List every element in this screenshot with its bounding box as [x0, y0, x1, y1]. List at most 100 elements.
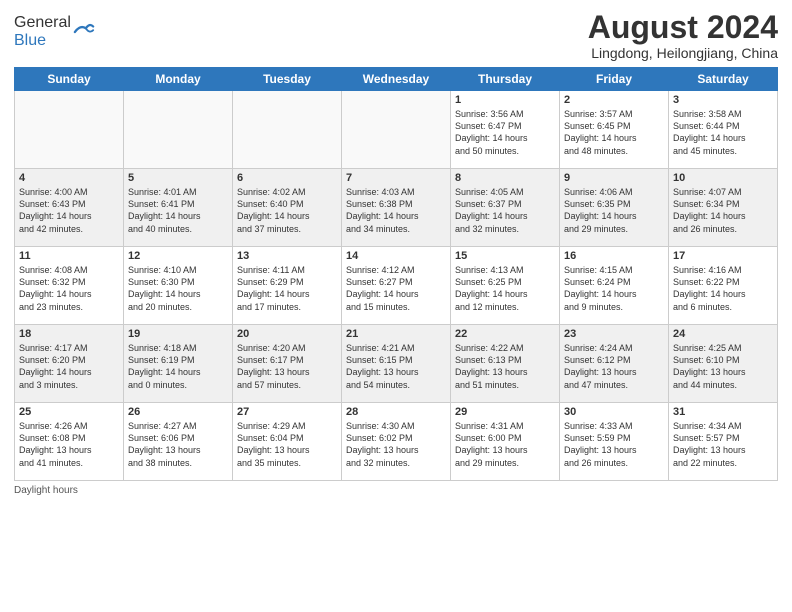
calendar-cell: 1 Sunrise: 3:56 AM Sunset: 6:47 PM Daylig…: [451, 91, 560, 169]
calendar-table: SundayMondayTuesdayWednesdayThursdayFrid…: [14, 67, 778, 481]
day-number: 18: [19, 328, 119, 340]
logo-general-text: General: [14, 14, 71, 31]
calendar-cell: 28 Sunrise: 4:30 AM Sunset: 6:02 PM Dayli…: [342, 403, 451, 481]
day-info: Sunrise: 4:11 AM Sunset: 6:29 PM Dayligh…: [237, 264, 337, 313]
day-info: Sunrise: 4:02 AM Sunset: 6:40 PM Dayligh…: [237, 186, 337, 235]
day-number: 23: [564, 328, 664, 340]
day-info: Sunrise: 4:29 AM Sunset: 6:04 PM Dayligh…: [237, 420, 337, 469]
day-number: 12: [128, 250, 228, 262]
calendar-cell: 3Sunrise: 3:58 AM Sunset: 6:44 PM Daylig…: [669, 91, 778, 169]
calendar-cell: 2Sunrise: 3:57 AM Sunset: 6:45 PM Daylig…: [560, 91, 669, 169]
calendar-cell: 10 Sunrise: 4:07 AM Sunset: 6:34 PM Dayli…: [669, 169, 778, 247]
calendar-cell: 31 Sunrise: 4:34 AM Sunset: 5:57 PM Dayli…: [669, 403, 778, 481]
day-number: 10: [673, 172, 773, 184]
location-subtitle: Lingdong, Heilongjiang, China: [588, 45, 778, 61]
day-number: 16: [564, 250, 664, 262]
calendar-cell: 14Sunrise: 4:12 AM Sunset: 6:27 PM Dayli…: [342, 247, 451, 325]
day-info: Sunrise: 4:25 AM Sunset: 6:10 PM Dayligh…: [673, 342, 773, 391]
day-number: 26: [128, 406, 228, 418]
day-number: 7: [346, 172, 446, 184]
calendar-week-row: 25 Sunrise: 4:26 AM Sunset: 6:08 PM Dayli…: [15, 403, 778, 481]
calendar-week-row: 4Sunrise: 4:00 AM Sunset: 6:43 PM Daylig…: [15, 169, 778, 247]
day-info: Sunrise: 4:26 AM Sunset: 6:08 PM Dayligh…: [19, 420, 119, 469]
day-info: Sunrise: 4:10 AM Sunset: 6:30 PM Dayligh…: [128, 264, 228, 313]
logo: General Blue: [14, 14, 95, 50]
day-number: 28: [346, 406, 446, 418]
calendar-cell: 8Sunrise: 4:05 AM Sunset: 6:37 PM Daylig…: [451, 169, 560, 247]
calendar-cell: 30Sunrise: 4:33 AM Sunset: 5:59 PM Dayli…: [560, 403, 669, 481]
calendar-cell: [342, 91, 451, 169]
calendar-cell: 11 Sunrise: 4:08 AM Sunset: 6:32 PM Dayli…: [15, 247, 124, 325]
calendar-cell: 17 Sunrise: 4:16 AM Sunset: 6:22 PM Dayli…: [669, 247, 778, 325]
day-number: 30: [564, 406, 664, 418]
day-number: 9: [564, 172, 664, 184]
day-info: Sunrise: 4:20 AM Sunset: 6:17 PM Dayligh…: [237, 342, 337, 391]
calendar-cell: 27 Sunrise: 4:29 AM Sunset: 6:04 PM Dayli…: [233, 403, 342, 481]
calendar-week-row: 11 Sunrise: 4:08 AM Sunset: 6:32 PM Dayli…: [15, 247, 778, 325]
calendar-cell: 4Sunrise: 4:00 AM Sunset: 6:43 PM Daylig…: [15, 169, 124, 247]
day-info: Sunrise: 4:22 AM Sunset: 6:13 PM Dayligh…: [455, 342, 555, 391]
day-info: Sunrise: 4:21 AM Sunset: 6:15 PM Dayligh…: [346, 342, 446, 391]
day-number: 20: [237, 328, 337, 340]
day-header-tuesday: Tuesday: [233, 68, 342, 91]
day-number: 5: [128, 172, 228, 184]
day-info: Sunrise: 4:30 AM Sunset: 6:02 PM Dayligh…: [346, 420, 446, 469]
day-number: 31: [673, 406, 773, 418]
calendar-week-row: 18Sunrise: 4:17 AM Sunset: 6:20 PM Dayli…: [15, 325, 778, 403]
month-year-title: August 2024: [588, 10, 778, 45]
day-number: 15: [455, 250, 555, 262]
calendar-week-row: 1 Sunrise: 3:56 AM Sunset: 6:47 PM Daylig…: [15, 91, 778, 169]
day-info: Sunrise: 4:01 AM Sunset: 6:41 PM Dayligh…: [128, 186, 228, 235]
day-info: Sunrise: 4:03 AM Sunset: 6:38 PM Dayligh…: [346, 186, 446, 235]
daylight-label: Daylight hours: [14, 485, 78, 496]
day-number: 29: [455, 406, 555, 418]
day-header-wednesday: Wednesday: [342, 68, 451, 91]
day-info: Sunrise: 4:00 AM Sunset: 6:43 PM Dayligh…: [19, 186, 119, 235]
day-info: Sunrise: 4:08 AM Sunset: 6:32 PM Dayligh…: [19, 264, 119, 313]
day-number: 24: [673, 328, 773, 340]
day-info: Sunrise: 4:16 AM Sunset: 6:22 PM Dayligh…: [673, 264, 773, 313]
calendar-cell: 18Sunrise: 4:17 AM Sunset: 6:20 PM Dayli…: [15, 325, 124, 403]
days-header-row: SundayMondayTuesdayWednesdayThursdayFrid…: [15, 68, 778, 91]
day-info: Sunrise: 4:34 AM Sunset: 5:57 PM Dayligh…: [673, 420, 773, 469]
calendar-cell: 16 Sunrise: 4:15 AM Sunset: 6:24 PM Dayli…: [560, 247, 669, 325]
day-info: Sunrise: 4:13 AM Sunset: 6:25 PM Dayligh…: [455, 264, 555, 313]
calendar-cell: 12 Sunrise: 4:10 AM Sunset: 6:30 PM Dayli…: [124, 247, 233, 325]
day-number: 14: [346, 250, 446, 262]
header: General Blue August 2024 Lingdong, Heilo…: [14, 10, 778, 61]
calendar-cell: 6Sunrise: 4:02 AM Sunset: 6:40 PM Daylig…: [233, 169, 342, 247]
page: General Blue August 2024 Lingdong, Heilo…: [0, 0, 792, 612]
calendar-cell: 21 Sunrise: 4:21 AM Sunset: 6:15 PM Dayli…: [342, 325, 451, 403]
day-info: Sunrise: 4:31 AM Sunset: 6:00 PM Dayligh…: [455, 420, 555, 469]
day-info: Sunrise: 4:05 AM Sunset: 6:37 PM Dayligh…: [455, 186, 555, 235]
day-number: 27: [237, 406, 337, 418]
day-header-sunday: Sunday: [15, 68, 124, 91]
day-header-monday: Monday: [124, 68, 233, 91]
day-number: 13: [237, 250, 337, 262]
day-info: Sunrise: 4:24 AM Sunset: 6:12 PM Dayligh…: [564, 342, 664, 391]
day-number: 11: [19, 250, 119, 262]
calendar-cell: 15 Sunrise: 4:13 AM Sunset: 6:25 PM Dayli…: [451, 247, 560, 325]
logo-icon: [73, 21, 95, 43]
day-header-thursday: Thursday: [451, 68, 560, 91]
calendar-cell: [233, 91, 342, 169]
day-number: 25: [19, 406, 119, 418]
calendar-cell: [15, 91, 124, 169]
calendar-cell: 29 Sunrise: 4:31 AM Sunset: 6:00 PM Dayli…: [451, 403, 560, 481]
day-info: Sunrise: 4:07 AM Sunset: 6:34 PM Dayligh…: [673, 186, 773, 235]
day-number: 3: [673, 94, 773, 106]
calendar-cell: 24 Sunrise: 4:25 AM Sunset: 6:10 PM Dayli…: [669, 325, 778, 403]
day-number: 21: [346, 328, 446, 340]
calendar-cell: 5 Sunrise: 4:01 AM Sunset: 6:41 PM Daylig…: [124, 169, 233, 247]
day-info: Sunrise: 3:56 AM Sunset: 6:47 PM Dayligh…: [455, 108, 555, 157]
day-info: Sunrise: 4:15 AM Sunset: 6:24 PM Dayligh…: [564, 264, 664, 313]
day-info: Sunrise: 3:57 AM Sunset: 6:45 PM Dayligh…: [564, 108, 664, 157]
day-info: Sunrise: 4:27 AM Sunset: 6:06 PM Dayligh…: [128, 420, 228, 469]
day-number: 17: [673, 250, 773, 262]
day-number: 1: [455, 94, 555, 106]
title-block: August 2024 Lingdong, Heilongjiang, Chin…: [588, 10, 778, 61]
calendar-cell: 23 Sunrise: 4:24 AM Sunset: 6:12 PM Dayli…: [560, 325, 669, 403]
footer: Daylight hours: [14, 485, 778, 496]
day-info: Sunrise: 4:18 AM Sunset: 6:19 PM Dayligh…: [128, 342, 228, 391]
calendar-cell: 7 Sunrise: 4:03 AM Sunset: 6:38 PM Daylig…: [342, 169, 451, 247]
